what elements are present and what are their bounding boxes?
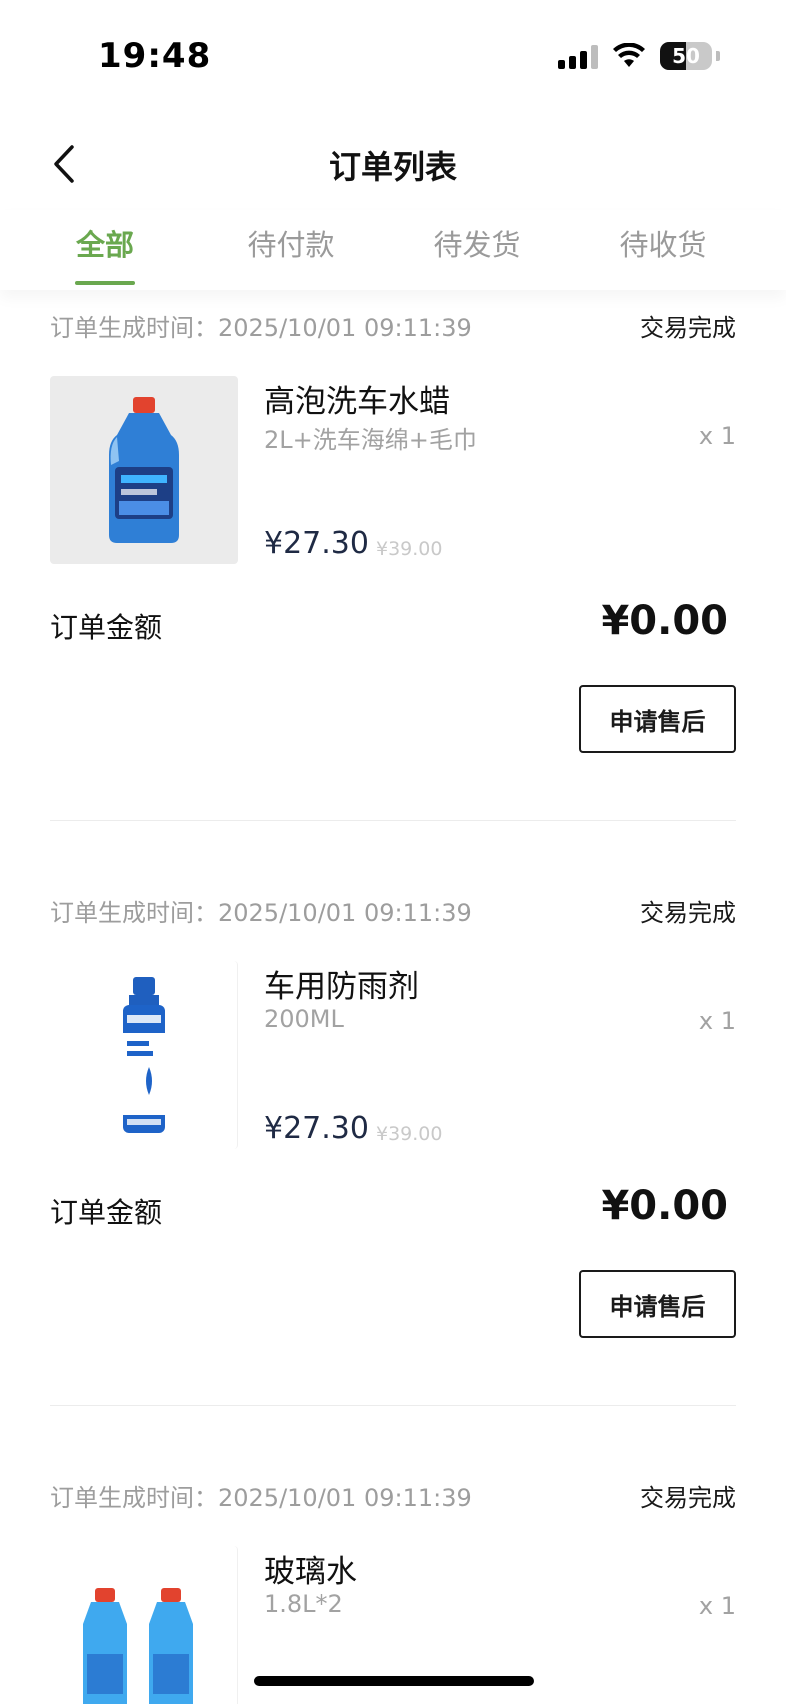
product-quantity: x 1 [698,1592,736,1620]
battery-icon: 50 [660,42,712,70]
order-header: 订单生成时间：2025/10/01 09:11:39 交易完成 [50,1478,736,1518]
order-amount-value: ¥0.00 [601,598,728,644]
order-status: 交易完成 [640,314,736,342]
product-price: ¥27.30 [264,1111,369,1146]
order-header: 订单生成时间：2025/10/01 09:11:39 交易完成 [50,308,736,348]
order-status: 交易完成 [640,1484,736,1512]
product-spec: 200ML [264,1005,344,1033]
product-original-price: ¥39.00 [376,1123,443,1145]
car-wash-wax-bottle-icon [109,397,179,543]
wifi-icon [612,43,646,69]
product-price: ¥27.30 [264,526,369,561]
product-image [50,1546,238,1704]
order-status: 交易完成 [640,899,736,927]
product-image [50,376,238,564]
order-product[interactable]: 车用防雨剂 200ML x 1 ¥27.30 ¥39.00 [50,961,736,1151]
order-amount-label: 订单金额 [50,611,163,644]
apply-after-sale-button[interactable]: 申请售后 [579,685,736,753]
order-divider [50,1405,736,1406]
tab-pending-receipt[interactable]: 待收货 [588,222,738,264]
order-header: 订单生成时间：2025/10/01 09:11:39 交易完成 [50,893,736,933]
tab-all[interactable]: 全部 [30,222,180,264]
product-name: 高泡洗车水蜡 [264,384,450,420]
order-card: 订单生成时间：2025/10/01 09:11:39 交易完成 高泡洗车水蜡 2… [50,308,736,753]
home-indicator[interactable] [254,1676,534,1686]
order-amount-row: 订单金额 ¥0.00 [50,598,736,658]
order-product[interactable]: 高泡洗车水蜡 2L+洗车海绵+毛巾 x 1 ¥27.30 ¥39.00 [50,376,736,566]
product-quantity: x 1 [698,1007,736,1035]
product-name: 玻璃水 [264,1554,357,1590]
order-card: 订单生成时间：2025/10/01 09:11:39 交易完成 玻璃水 1.8L… [50,1478,736,1704]
nav-bar: 订单列表 [0,120,786,210]
status-bar: 19:48 50 [0,0,786,110]
page-title: 订单列表 [328,148,457,186]
status-icons: 50 [558,42,720,70]
order-divider [50,820,736,821]
tab-pending-shipment[interactable]: 待发货 [402,222,552,264]
battery-cap [716,51,720,61]
order-created-time: 订单生成时间：2025/10/01 09:11:39 [50,1484,472,1512]
order-amount-value: ¥0.00 [601,1183,728,1229]
product-original-price: ¥39.00 [376,538,443,560]
windshield-fluid-bottles-icon [82,1588,193,1704]
product-spec: 1.8L*2 [264,1590,343,1618]
product-quantity: x 1 [698,422,736,450]
battery-level: 50 [672,44,700,68]
order-created-time: 订单生成时间：2025/10/01 09:11:39 [50,899,472,927]
tab-active-indicator [75,281,135,285]
order-tabs: 全部 待付款 待发货 待收货 [0,210,786,290]
order-amount-label: 订单金额 [50,1196,163,1229]
order-amount-row: 订单金额 ¥0.00 [50,1183,736,1243]
order-card: 订单生成时间：2025/10/01 09:11:39 交易完成 车用防雨剂 20… [50,893,736,1338]
product-name: 车用防雨剂 [264,969,419,1005]
status-time: 19:48 [98,36,212,76]
product-image [50,961,238,1149]
apply-after-sale-button[interactable]: 申请售后 [579,1270,736,1338]
order-created-time: 订单生成时间：2025/10/01 09:11:39 [50,314,472,342]
rain-repellent-bottle-icon [122,977,165,1133]
cellular-signal-icon [558,43,598,69]
product-spec: 2L+洗车海绵+毛巾 [264,426,477,454]
tab-pending-payment[interactable]: 待付款 [216,222,366,264]
